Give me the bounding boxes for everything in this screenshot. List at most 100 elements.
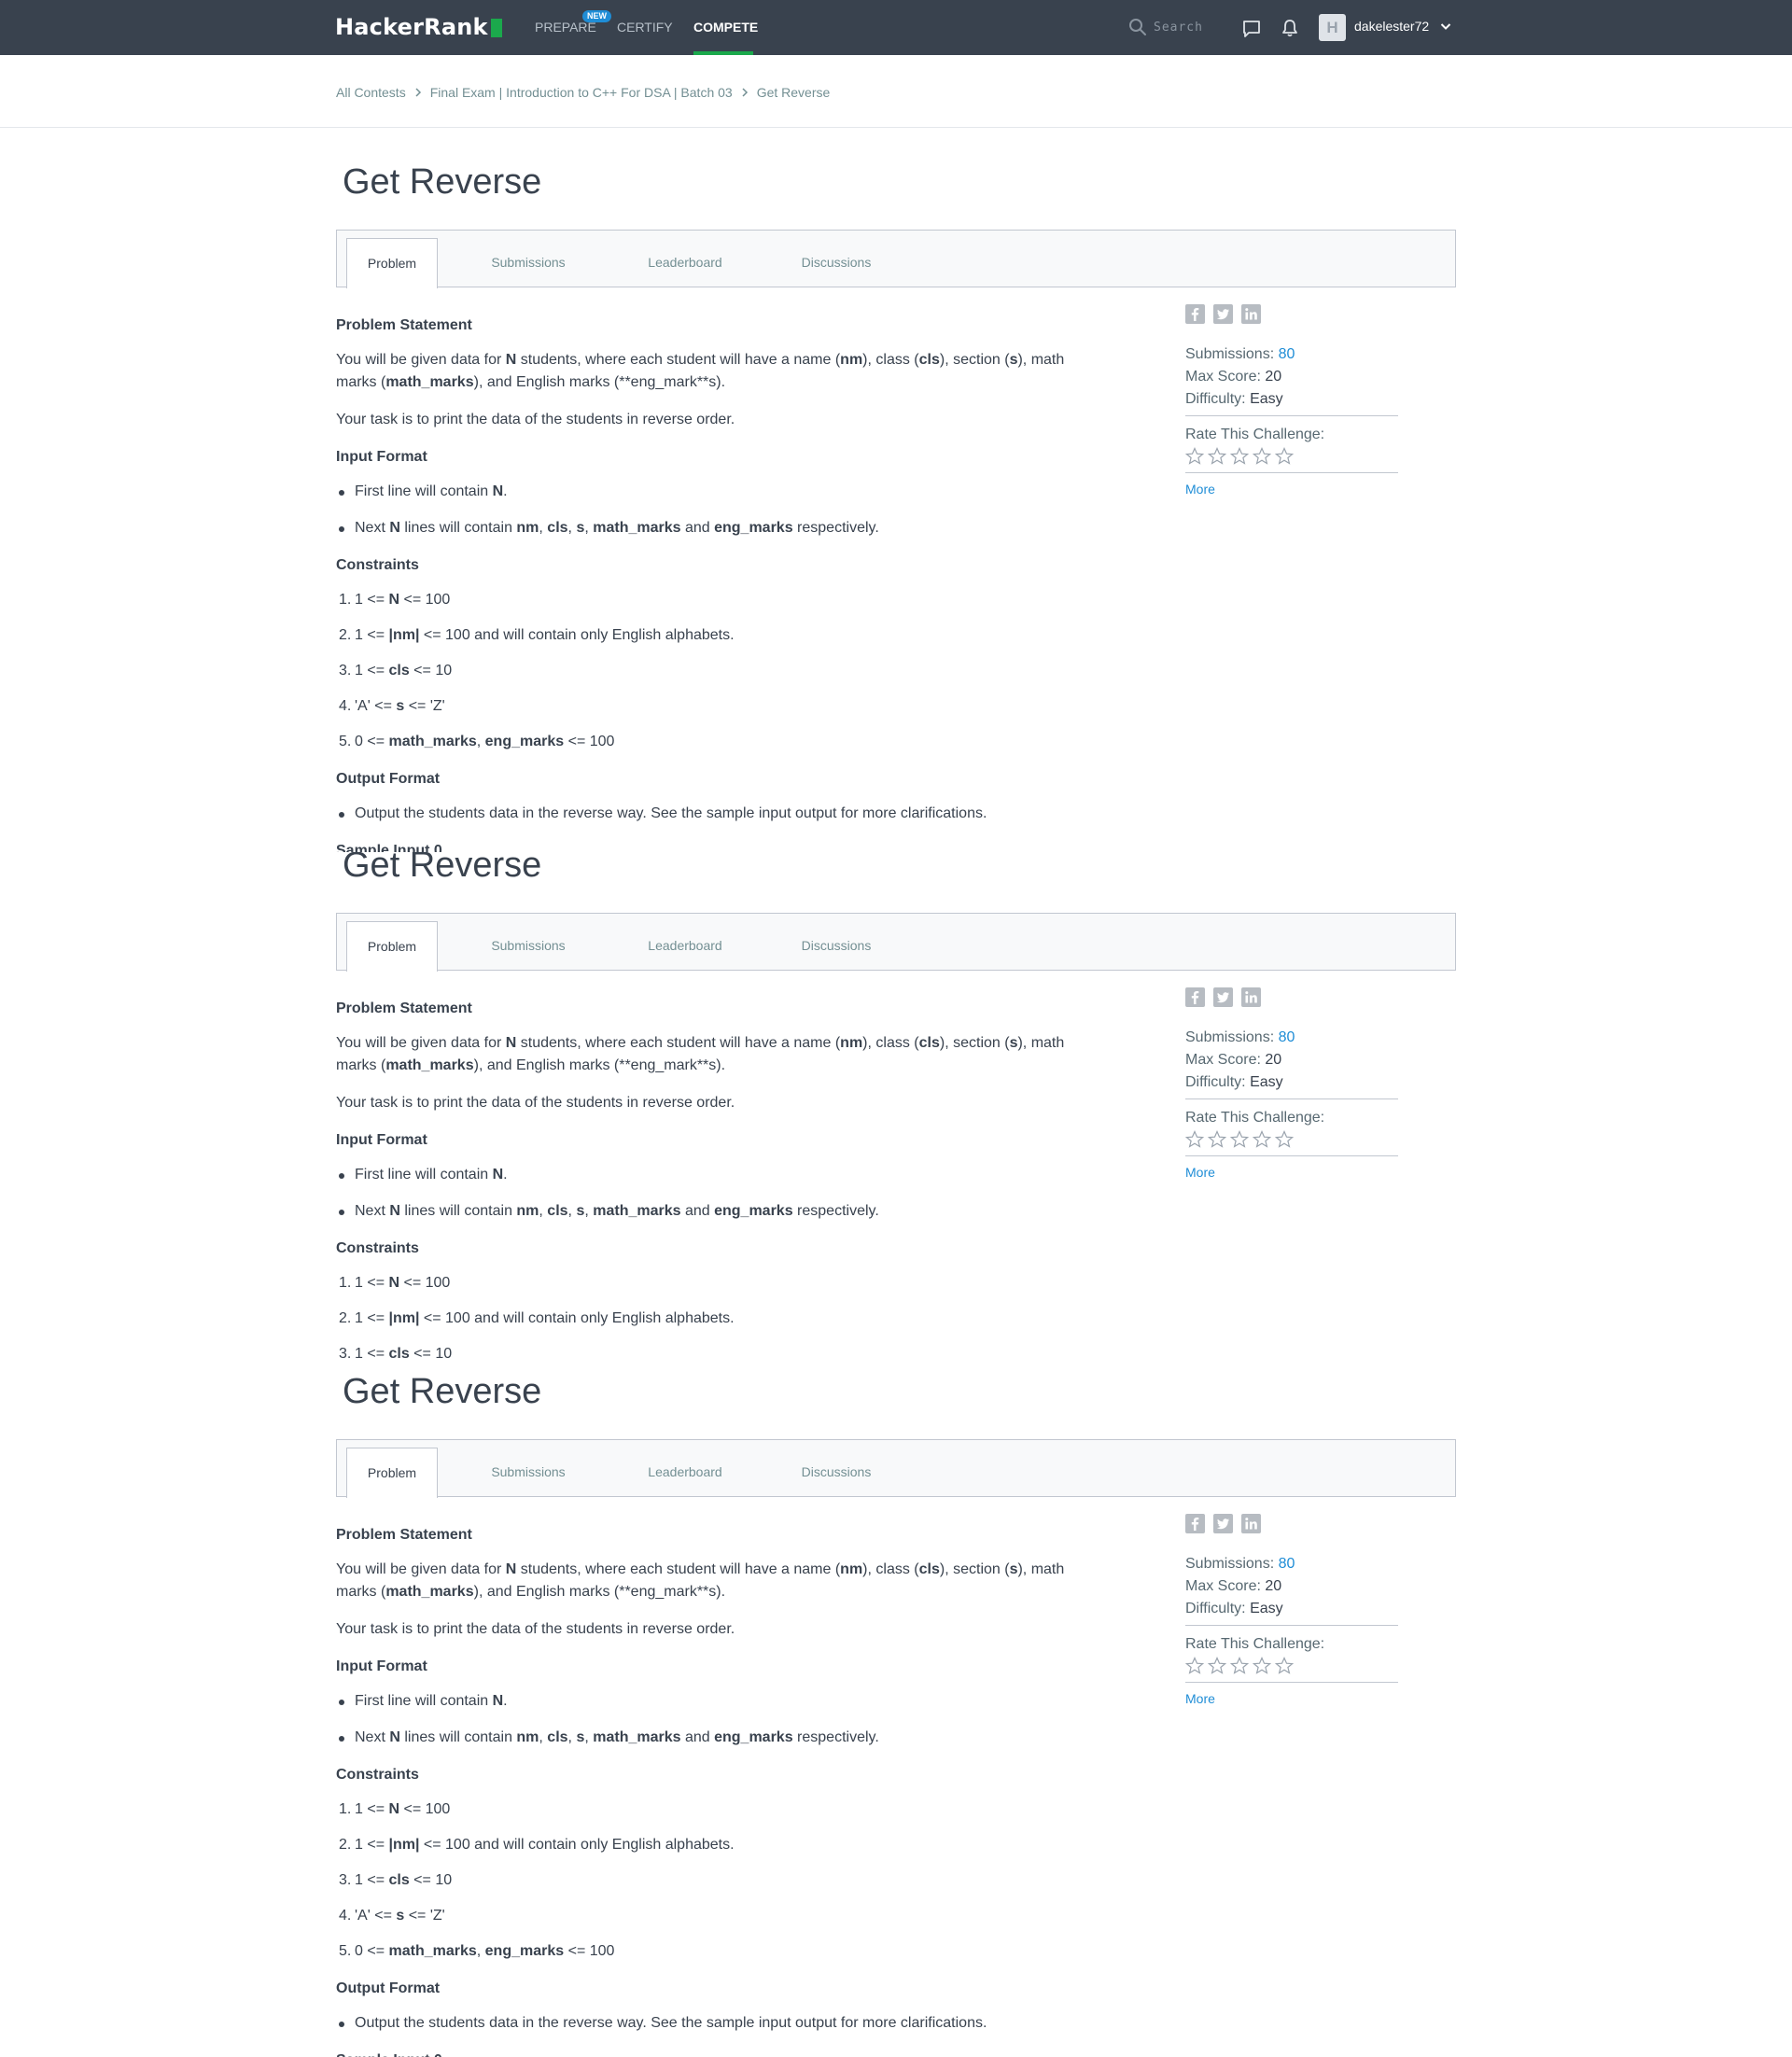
twitter-icon[interactable] — [1213, 1514, 1233, 1533]
facebook-icon[interactable] — [1185, 304, 1205, 324]
username[interactable]: dakelester72 — [1354, 0, 1429, 55]
tab-problem[interactable]: Problem — [346, 921, 438, 972]
divider — [1185, 415, 1398, 416]
input-format-list: First line will contain N. Next N lines … — [336, 481, 1139, 539]
twitter-icon[interactable] — [1213, 987, 1233, 1007]
tab-leaderboard[interactable]: Leaderboard — [634, 238, 736, 287]
breadcrumb-all-contests[interactable]: All Contests — [336, 85, 406, 100]
facebook-icon[interactable] — [1185, 987, 1205, 1007]
linkedin-icon[interactable] — [1241, 987, 1261, 1007]
input-format-heading: Input Format — [336, 449, 427, 465]
rating-stars — [1185, 447, 1398, 468]
star-icon[interactable] — [1253, 1657, 1271, 1675]
divider — [1185, 1098, 1398, 1099]
submissions-count-link[interactable]: 80 — [1279, 1029, 1295, 1045]
sample-input-heading: Sample Input 0 — [336, 843, 442, 852]
submissions-count-link[interactable]: 80 — [1279, 1556, 1295, 1572]
problem-content: Problem Statement You will be given data… — [336, 998, 1139, 1378]
rate-label: Rate This Challenge: — [1185, 427, 1325, 442]
nav-compete[interactable]: COMPETE — [693, 0, 758, 55]
tab-submissions[interactable]: Submissions — [477, 921, 580, 971]
chevron-right-icon — [742, 88, 748, 97]
star-icon[interactable] — [1208, 447, 1226, 466]
bell-icon[interactable] — [1281, 18, 1299, 38]
star-icon[interactable] — [1230, 447, 1249, 466]
task-paragraph: Your task is to print the data of the st… — [336, 1621, 735, 1637]
tab-leaderboard[interactable]: Leaderboard — [634, 921, 736, 971]
linkedin-icon[interactable] — [1241, 1514, 1261, 1533]
task-paragraph: Your task is to print the data of the st… — [336, 412, 735, 427]
facebook-icon[interactable] — [1185, 1514, 1205, 1533]
statement-heading: Problem Statement — [336, 1001, 472, 1016]
constraints-heading: Constraints — [336, 1767, 419, 1783]
breadcrumb-current: Get Reverse — [756, 85, 831, 100]
nav-certify[interactable]: CERTIFY — [617, 0, 673, 55]
more-link[interactable]: More — [1185, 478, 1398, 500]
tab-discussions[interactable]: Discussions — [785, 238, 888, 287]
tab-discussions[interactable]: Discussions — [785, 1448, 888, 1497]
star-icon[interactable] — [1253, 447, 1271, 466]
more-link[interactable]: More — [1185, 1161, 1398, 1183]
tab-problem[interactable]: Problem — [346, 1448, 438, 1498]
share-icons — [1185, 987, 1398, 1008]
submissions-stat: Submissions: 80 — [1185, 346, 1295, 362]
star-icon[interactable] — [1185, 447, 1204, 466]
tab-submissions[interactable]: Submissions — [477, 238, 580, 287]
list-item: 2. 1 <= |nm| <= 100 and will contain only… — [339, 1837, 735, 1853]
tab-submissions[interactable]: Submissions — [477, 1448, 580, 1497]
rate-label: Rate This Challenge: — [1185, 1636, 1325, 1652]
star-icon[interactable] — [1275, 1657, 1294, 1675]
hackerrank-logo[interactable]: HackerRank — [335, 12, 502, 42]
avatar[interactable]: H — [1319, 14, 1346, 41]
tab-leaderboard[interactable]: Leaderboard — [634, 1448, 736, 1497]
star-icon[interactable] — [1275, 1130, 1294, 1149]
rating-stars — [1185, 1130, 1398, 1151]
star-icon[interactable] — [1230, 1130, 1249, 1149]
statement-heading: Problem Statement — [336, 317, 472, 333]
breadcrumb: All Contests Final Exam | Introduction t… — [336, 85, 830, 100]
star-icon[interactable] — [1230, 1657, 1249, 1675]
difficulty-stat: Difficulty: Easy — [1185, 1074, 1283, 1090]
twitter-icon[interactable] — [1213, 304, 1233, 324]
search-input[interactable] — [1154, 16, 1228, 38]
statement-paragraph: You will be given data for N students, w… — [336, 1561, 1065, 1600]
output-format-heading: Output Format — [336, 771, 441, 787]
list-item: Output the students data in the reverse … — [336, 2012, 1139, 2035]
problem-content: Problem Statement You will be given data… — [336, 1524, 1139, 2057]
list-item: 1. 1 <= N <= 100 — [339, 592, 451, 608]
breadcrumb-contest[interactable]: Final Exam | Introduction to C++ For DSA… — [430, 85, 733, 100]
list-item: 3. 1 <= cls <= 10 — [339, 1872, 453, 1888]
list-item: 1. 1 <= N <= 100 — [339, 1275, 451, 1291]
problem-view-2: Get Reverse Problem Submissions Leaderbo… — [0, 852, 1792, 1378]
chevron-down-icon[interactable] — [1440, 22, 1451, 31]
tab-problem[interactable]: Problem — [346, 238, 438, 288]
star-icon[interactable] — [1275, 447, 1294, 466]
challenge-tabs: Problem Submissions Leaderboard Discussi… — [336, 230, 1456, 288]
logo-mark-icon — [490, 19, 502, 37]
constraints-list: 1. 1 <= N <= 100 2. 1 <= |nm| <= 100 and w… — [336, 589, 1139, 753]
rate-label: Rate This Challenge: — [1185, 1110, 1325, 1126]
breadcrumb-bar: All Contests Final Exam | Introduction t… — [0, 55, 1792, 128]
more-link[interactable]: More — [1185, 1687, 1398, 1710]
star-icon[interactable] — [1253, 1130, 1271, 1149]
star-icon[interactable] — [1185, 1130, 1204, 1149]
chat-icon[interactable] — [1241, 19, 1262, 39]
list-item: 3. 1 <= cls <= 10 — [339, 1346, 453, 1362]
list-item: Next N lines will contain nm, cls, s, ma… — [336, 1200, 1139, 1223]
list-item: 5. 0 <= math_marks, eng_marks <= 100 — [339, 1943, 615, 1959]
search-icon[interactable] — [1128, 18, 1147, 36]
share-icons — [1185, 1514, 1398, 1534]
share-icons — [1185, 304, 1398, 325]
star-icon[interactable] — [1208, 1657, 1226, 1675]
constraints-heading: Constraints — [336, 1240, 419, 1256]
star-icon[interactable] — [1208, 1130, 1226, 1149]
linkedin-icon[interactable] — [1241, 304, 1261, 324]
divider — [1185, 1682, 1398, 1683]
problem-view-1: Get Reverse Problem Submissions Leaderbo… — [0, 128, 1792, 852]
nav-prepare[interactable]: PREPARE — [535, 0, 596, 55]
submissions-count-link[interactable]: 80 — [1279, 346, 1295, 362]
star-icon[interactable] — [1185, 1657, 1204, 1675]
statement-paragraph: You will be given data for N students, w… — [336, 1035, 1065, 1073]
constraints-list: 1. 1 <= N <= 100 2. 1 <= |nm| <= 100 and w… — [336, 1798, 1139, 1963]
tab-discussions[interactable]: Discussions — [785, 921, 888, 971]
